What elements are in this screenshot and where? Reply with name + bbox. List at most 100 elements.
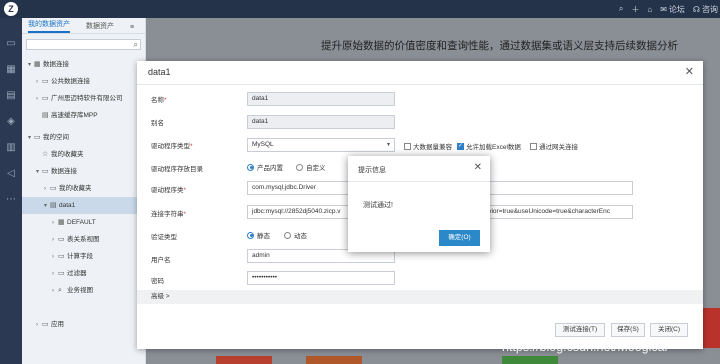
monitor-icon[interactable]: ▭: [5, 38, 17, 50]
cube-icon[interactable]: ◈: [5, 116, 17, 128]
password-label: 密码: [151, 278, 164, 285]
top-bar: Z ⌕ ＋ ⌂ ✉ 论坛 ☊ 咨询: [0, 0, 720, 18]
tree-item-data1[interactable]: ▾ ▤ data1: [22, 197, 146, 214]
name-label: 名称*: [151, 97, 167, 104]
folder-icon: ▭: [42, 321, 49, 328]
chart-icon[interactable]: ▥: [5, 142, 17, 154]
tree-tabs: 我的数据资产 数据资产 ≡: [22, 18, 145, 34]
forum-link[interactable]: ✉ 论坛: [660, 4, 685, 15]
close-button[interactable]: 关闭(C): [650, 323, 688, 337]
tree-item-apps[interactable]: › ▭ 应用: [22, 316, 146, 333]
tree-item-mpp-cache[interactable]: ▤ 高速缓存库MPP: [22, 107, 146, 124]
tree-item-default[interactable]: › ▦ DEFAULT: [22, 214, 146, 231]
star-icon: ☆: [42, 151, 49, 158]
checkbox-icon: [404, 142, 411, 150]
more-icon[interactable]: ⋯: [5, 194, 17, 206]
help-link[interactable]: ☊ 咨询: [693, 4, 718, 15]
alert-message: 测试通过!: [363, 202, 393, 209]
conn-string-label: 连接字符串*: [151, 211, 187, 218]
auth-static-radio[interactable]: 静态: [247, 230, 270, 240]
bottom-card-green: [502, 356, 558, 364]
database-icon: ▤: [50, 202, 57, 209]
left-nav-rail: ▭ ▦ ▤ ◈ ▥ ◁ ⋯: [0, 18, 22, 364]
folder-icon: ▭: [58, 236, 65, 243]
page-banner: 提升原始数据的价值密度和查询性能，通过数据集或语义层支持后续数据分析: [321, 40, 678, 52]
dialog-header: data1 ✕: [137, 61, 703, 85]
folder-icon: ▭: [58, 253, 65, 260]
tree-item-favorites-sub[interactable]: › ▭ 我的收藏夹: [22, 180, 146, 197]
save-button[interactable]: 保存(S): [611, 323, 645, 337]
driver-dir-custom-radio[interactable]: 自定义: [296, 162, 326, 172]
search-icon: ⌕: [133, 40, 138, 49]
alert-header: 提示信息 ✕: [348, 156, 490, 182]
alert-dialog: 提示信息 ✕ 测试通过! 确定(O): [348, 156, 490, 252]
test-connection-button[interactable]: 测试连接(T): [555, 323, 605, 337]
tab-my-assets[interactable]: 我的数据资产: [28, 19, 70, 33]
driver-type-select[interactable]: MySQL ▾: [247, 138, 395, 152]
dialog-title: data1: [148, 67, 171, 77]
tree-search-input[interactable]: ⌕: [26, 39, 141, 50]
ok-button[interactable]: 确定(O): [439, 230, 480, 246]
search-icon: ⌕: [58, 287, 62, 294]
gateway-checkbox[interactable]: 通过网关连接: [530, 141, 578, 151]
auth-type-label: 验证类型: [151, 234, 177, 241]
name-field[interactable]: data1: [247, 92, 395, 106]
tab-assets[interactable]: 数据资产: [86, 21, 114, 33]
tree-item-business-view[interactable]: › ⌕ 业务视图: [22, 282, 146, 299]
plus-icon[interactable]: ＋: [631, 4, 639, 15]
radio-selected-icon: [247, 231, 254, 239]
password-field[interactable]: •••••••••••: [247, 271, 395, 285]
close-icon[interactable]: ✕: [474, 162, 482, 173]
checkbox-icon: [530, 142, 537, 150]
app-logo: Z: [4, 2, 18, 16]
radio-selected-icon: [247, 163, 254, 171]
driver-dir-label: 驱动程序存放目录: [151, 166, 203, 173]
search-icon[interactable]: ⌕: [619, 4, 623, 14]
tree-item-public-connections[interactable]: › ▭ 公共数据连接: [22, 73, 146, 90]
connection-icon: ▦: [34, 61, 41, 68]
chevron-down-icon: ▾: [386, 142, 390, 148]
auth-dynamic-radio[interactable]: 动态: [284, 230, 307, 240]
driver-class-label: 驱动程序类*: [151, 187, 187, 194]
close-icon[interactable]: ✕: [685, 65, 694, 78]
tree-item-calc-fields[interactable]: › ▭ 计算字段: [22, 248, 146, 265]
tree-item-relation-view[interactable]: › ▭ 表关系视图: [22, 231, 146, 248]
folder-icon: ▭: [42, 78, 49, 85]
bottom-card-orange: [306, 356, 362, 364]
alert-title: 提示信息: [358, 167, 386, 174]
bottom-card-red: [216, 356, 272, 364]
tree-item-my-favorites[interactable]: ☆ 我的收藏夹: [22, 146, 146, 163]
schema-icon: ▦: [58, 219, 65, 226]
send-icon[interactable]: ◁: [5, 168, 17, 180]
watermark: https://blog.csdn.net/Moogical: [502, 340, 668, 354]
advanced-toggle[interactable]: 高级 >: [137, 290, 703, 304]
resource-tree-panel: 我的数据资产 数据资产 ≡ ⌕ ▾ ▦ 数据连接 › ▭ 公共数据连接 › ▭ 广州思迈特软…: [22, 18, 146, 364]
tree-item-filters[interactable]: › ▭ 过滤器: [22, 265, 146, 282]
home-icon[interactable]: ⌂: [647, 5, 652, 14]
checkbox-checked-icon: ✓: [457, 142, 464, 150]
folder-icon: ▭: [58, 270, 65, 277]
folder-icon: ▭: [50, 185, 57, 192]
radio-icon: [284, 231, 291, 239]
database-icon[interactable]: ▤: [5, 90, 17, 102]
tree-item-data-connections[interactable]: ▾ ▦ 数据连接: [22, 56, 146, 73]
alias-label: 别名: [151, 120, 164, 127]
big-data-checkbox[interactable]: 大数据量兼容: [404, 141, 452, 151]
driver-type-label: 驱动程序类型*: [151, 143, 193, 150]
folder-icon: ▭: [42, 168, 49, 175]
database-icon: ▤: [42, 112, 49, 119]
driver-dir-builtin-radio[interactable]: 产品内置: [247, 162, 283, 172]
tree-item-my-connections[interactable]: ▾ ▭ 数据连接: [22, 163, 146, 180]
folder-icon: ▭: [34, 134, 41, 141]
top-toolbar: ⌕ ＋ ⌂ ✉ 论坛 ☊ 咨询: [619, 0, 718, 18]
headset-icon: ☊: [692, 4, 700, 14]
radio-icon: [296, 163, 303, 171]
tree-item-my-space[interactable]: ▾ ▭ 我的空间: [22, 129, 146, 146]
alias-field[interactable]: data1: [247, 115, 395, 129]
grid-icon[interactable]: ▦: [5, 64, 17, 76]
user-label: 用户名: [151, 257, 171, 264]
tree-item-company-folder[interactable]: › ▭ 广州思迈特软件有限公司: [22, 90, 146, 107]
allow-excel-checkbox[interactable]: ✓ 允许加载Excel数据: [457, 141, 521, 151]
chat-icon: ✉: [660, 4, 667, 14]
tab-menu-icon[interactable]: ≡: [130, 24, 134, 33]
